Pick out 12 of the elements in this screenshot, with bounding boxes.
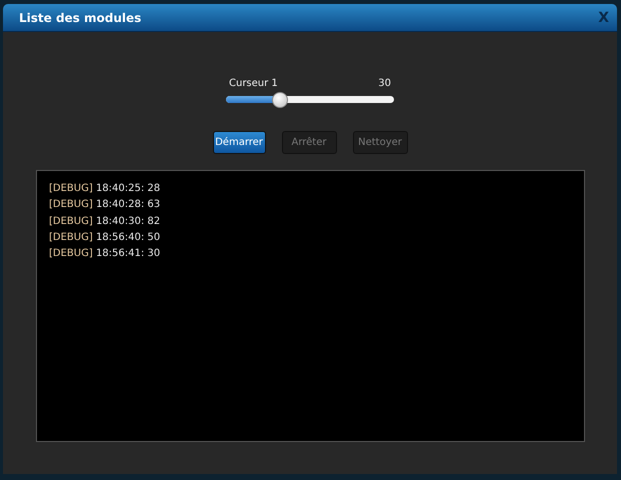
log-line: [DEBUG] 18:40:28: 63 xyxy=(49,198,162,212)
log-line: [DEBUG] 18:40:30: 82 xyxy=(49,214,162,229)
log-line: [DEBUG] 18:40:25: 28 xyxy=(49,182,162,196)
slider[interactable] xyxy=(226,91,394,109)
slider-thumb[interactable] xyxy=(272,92,288,108)
slider-reading: 30 xyxy=(378,77,391,91)
window-title: Liste des modules xyxy=(19,10,142,26)
log-line: [DEBUG] 18:56:41: 30 xyxy=(49,247,162,262)
log-line: [DEBUG] 18:56:40: 50 xyxy=(49,230,162,245)
action-button[interactable]: Démarrer xyxy=(212,131,266,154)
close-button[interactable]: X xyxy=(598,10,609,24)
slider-label: Curseur 1 xyxy=(229,77,278,91)
